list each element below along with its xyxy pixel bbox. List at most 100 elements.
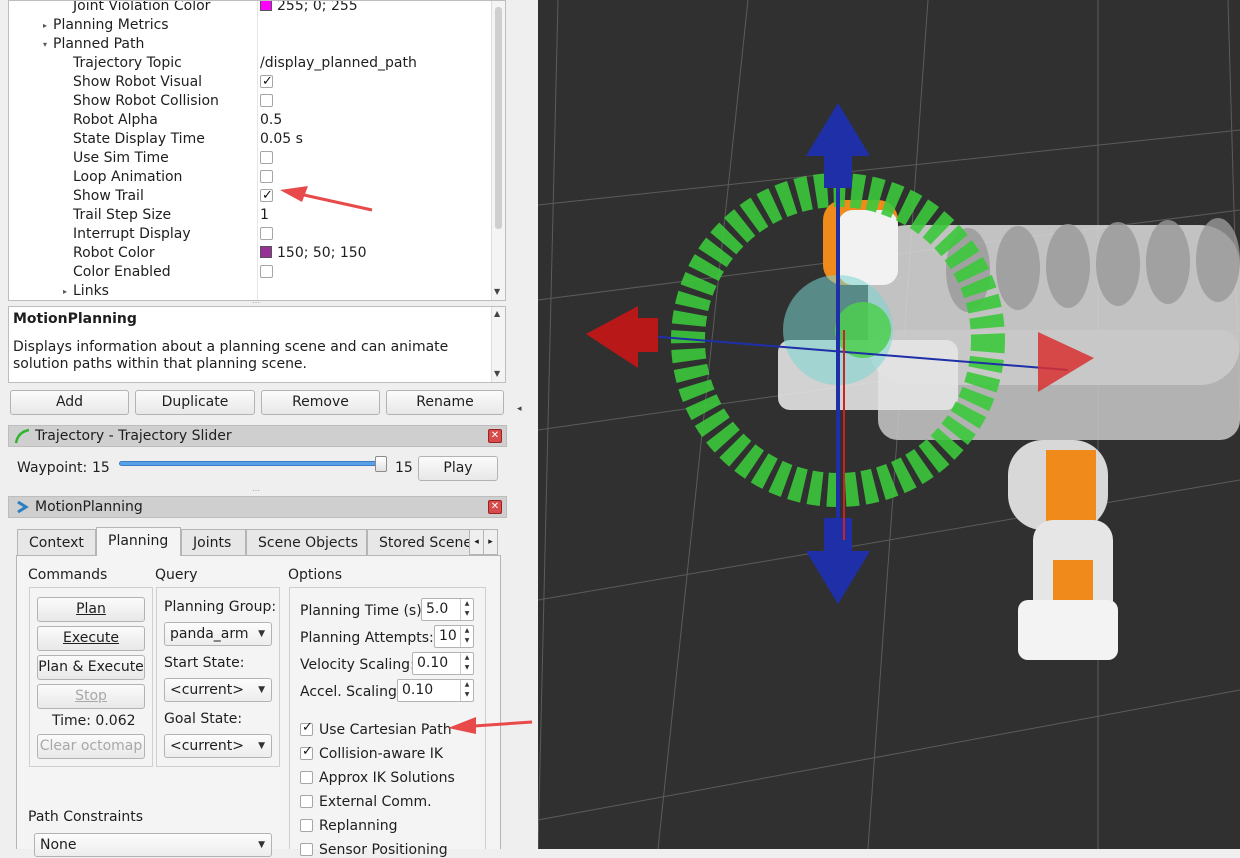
planning-group-select[interactable]: panda_arm ▼: [164, 622, 272, 646]
property-row[interactable]: Use Sim Time: [9, 149, 493, 168]
spinner-arrows-icon[interactable]: ▲ ▼: [460, 653, 473, 674]
scroll-down-icon[interactable]: ▼: [494, 369, 500, 378]
property-row[interactable]: Joint Violation Color 255; 0; 255: [9, 1, 493, 16]
property-value[interactable]: 1: [260, 206, 269, 225]
property-value[interactable]: 150; 50; 150: [260, 244, 367, 263]
property-checkbox[interactable]: [260, 186, 273, 205]
scroll-down-icon[interactable]: ▼: [494, 287, 500, 296]
plan-and-execute-button[interactable]: Plan & Execute: [37, 655, 145, 680]
option-checkbox[interactable]: [300, 819, 313, 832]
planning-group-value: panda_arm: [170, 626, 249, 642]
planning-attempts-input[interactable]: 10 ▲ ▼: [434, 625, 474, 648]
tree-scrollbar-thumb[interactable]: [495, 7, 502, 229]
property-value[interactable]: [260, 149, 273, 168]
property-checkbox[interactable]: [260, 170, 273, 183]
property-checkbox[interactable]: [260, 94, 273, 107]
close-icon[interactable]: ✕: [488, 500, 502, 514]
property-value[interactable]: [260, 72, 273, 92]
property-row[interactable]: Robot Alpha 0.5: [9, 111, 493, 130]
play-button[interactable]: Play: [418, 456, 498, 481]
scroll-up-icon[interactable]: ▲: [494, 309, 500, 318]
option-checkbox-row[interactable]: Use Cartesian Path: [300, 720, 452, 738]
collapse-panel-icon[interactable]: ◂: [517, 404, 522, 414]
tab-planning[interactable]: Planning: [96, 527, 181, 556]
option-checkbox[interactable]: [300, 744, 313, 760]
property-checkbox[interactable]: [260, 227, 273, 240]
collapsed-arrow-icon[interactable]: ▸: [63, 282, 67, 300]
tab-scroll-right-icon[interactable]: ▸: [483, 529, 498, 555]
execute-button[interactable]: Execute: [37, 626, 145, 651]
tab-stored-scenes[interactable]: Stored Scene: [367, 529, 470, 555]
start-state-select[interactable]: <current> ▼: [164, 678, 272, 702]
tree-scrollbar[interactable]: ▼: [491, 1, 505, 300]
tab-scene-objects[interactable]: Scene Objects: [246, 529, 367, 555]
goal-state-select[interactable]: <current> ▼: [164, 734, 272, 758]
property-row[interactable]: Loop Animation: [9, 168, 493, 187]
color-swatch[interactable]: [260, 246, 272, 258]
stop-button[interactable]: Stop: [37, 684, 145, 709]
option-checkbox-row[interactable]: Collision-aware IK: [300, 744, 443, 762]
option-checkbox-row[interactable]: Sensor Positioning: [300, 842, 448, 858]
property-row[interactable]: Show Trail: [9, 186, 493, 206]
property-value[interactable]: 255; 0; 255: [260, 1, 358, 16]
property-value[interactable]: [260, 92, 273, 111]
property-value[interactable]: 0.05 s: [260, 130, 303, 149]
add-button[interactable]: Add: [10, 390, 129, 415]
property-row[interactable]: Robot Color 150; 50; 150: [9, 244, 493, 263]
option-checkbox[interactable]: [300, 720, 313, 736]
option-checkbox[interactable]: [300, 843, 313, 856]
resize-grip[interactable]: ⋯: [252, 486, 261, 495]
property-row[interactable]: Color Enabled: [9, 263, 493, 282]
planning-time-input[interactable]: 5.0 ▲ ▼: [421, 598, 474, 621]
tab-context[interactable]: Context: [17, 529, 96, 555]
property-row[interactable]: Trail Step Size 1: [9, 206, 493, 225]
property-row[interactable]: Interrupt Display: [9, 225, 493, 244]
color-swatch[interactable]: [260, 1, 272, 11]
duplicate-button[interactable]: Duplicate: [135, 390, 255, 415]
motion-planning-panel-title[interactable]: MotionPlanning ✕: [8, 496, 507, 518]
property-row[interactable]: ▸ Planning Metrics: [9, 16, 493, 35]
property-value[interactable]: /display_planned_path: [260, 54, 417, 73]
clear-octomap-button[interactable]: Clear octomap: [37, 734, 145, 759]
property-tree[interactable]: ▼ Joint Violation Color 255; 0; 255 ▸ Plann…: [8, 0, 506, 301]
plan-button[interactable]: Plan: [37, 597, 145, 622]
property-row[interactable]: Show Robot Collision: [9, 92, 493, 111]
option-checkbox[interactable]: [300, 771, 313, 784]
property-checkbox[interactable]: [260, 72, 273, 91]
property-value[interactable]: [260, 186, 273, 206]
property-value[interactable]: 0.5: [260, 111, 282, 130]
waypoint-slider-handle[interactable]: [375, 456, 387, 472]
path-constraints-select[interactable]: None ▼: [34, 833, 272, 857]
property-row[interactable]: State Display Time 0.05 s: [9, 130, 493, 149]
property-checkbox[interactable]: [260, 151, 273, 164]
tab-scroll-left-icon[interactable]: ◂: [469, 529, 484, 555]
trajectory-panel-title[interactable]: Trajectory - Trajectory Slider ✕: [8, 425, 507, 447]
option-checkbox[interactable]: [300, 795, 313, 808]
expanded-arrow-icon[interactable]: ▾: [43, 35, 47, 54]
property-checkbox[interactable]: [260, 265, 273, 278]
spinner-arrows-icon[interactable]: ▲ ▼: [460, 680, 473, 701]
tab-joints[interactable]: Joints: [181, 529, 246, 555]
property-value[interactable]: [260, 263, 273, 282]
property-value[interactable]: [260, 168, 273, 187]
3d-viewport[interactable]: [538, 0, 1240, 849]
property-value[interactable]: [260, 225, 273, 244]
property-row[interactable]: Show Robot Visual: [9, 72, 493, 92]
velocity-scaling-input[interactable]: 0.10 ▲ ▼: [412, 652, 474, 675]
accel-scaling-input[interactable]: 0.10 ▲ ▼: [397, 679, 474, 702]
spinner-arrows-icon[interactable]: ▲ ▼: [460, 599, 473, 620]
close-icon[interactable]: ✕: [488, 429, 502, 443]
option-checkbox-row[interactable]: Replanning: [300, 818, 397, 834]
scene-render[interactable]: [538, 0, 1240, 849]
rename-button[interactable]: Rename: [386, 390, 504, 415]
property-row[interactable]: ▸ Links: [9, 282, 493, 300]
description-scrollbar[interactable]: ▲ ▼: [491, 307, 505, 382]
collapsed-arrow-icon[interactable]: ▸: [43, 16, 47, 35]
property-row[interactable]: Trajectory Topic/display_planned_path: [9, 54, 493, 73]
option-checkbox-row[interactable]: Approx IK Solutions: [300, 770, 455, 786]
spinner-arrows-icon[interactable]: ▲ ▼: [460, 626, 473, 647]
property-row[interactable]: ▾ Planned Path: [9, 35, 493, 54]
remove-button[interactable]: Remove: [261, 390, 380, 415]
option-checkbox-row[interactable]: External Comm.: [300, 794, 432, 810]
waypoint-slider-track[interactable]: [119, 461, 387, 466]
